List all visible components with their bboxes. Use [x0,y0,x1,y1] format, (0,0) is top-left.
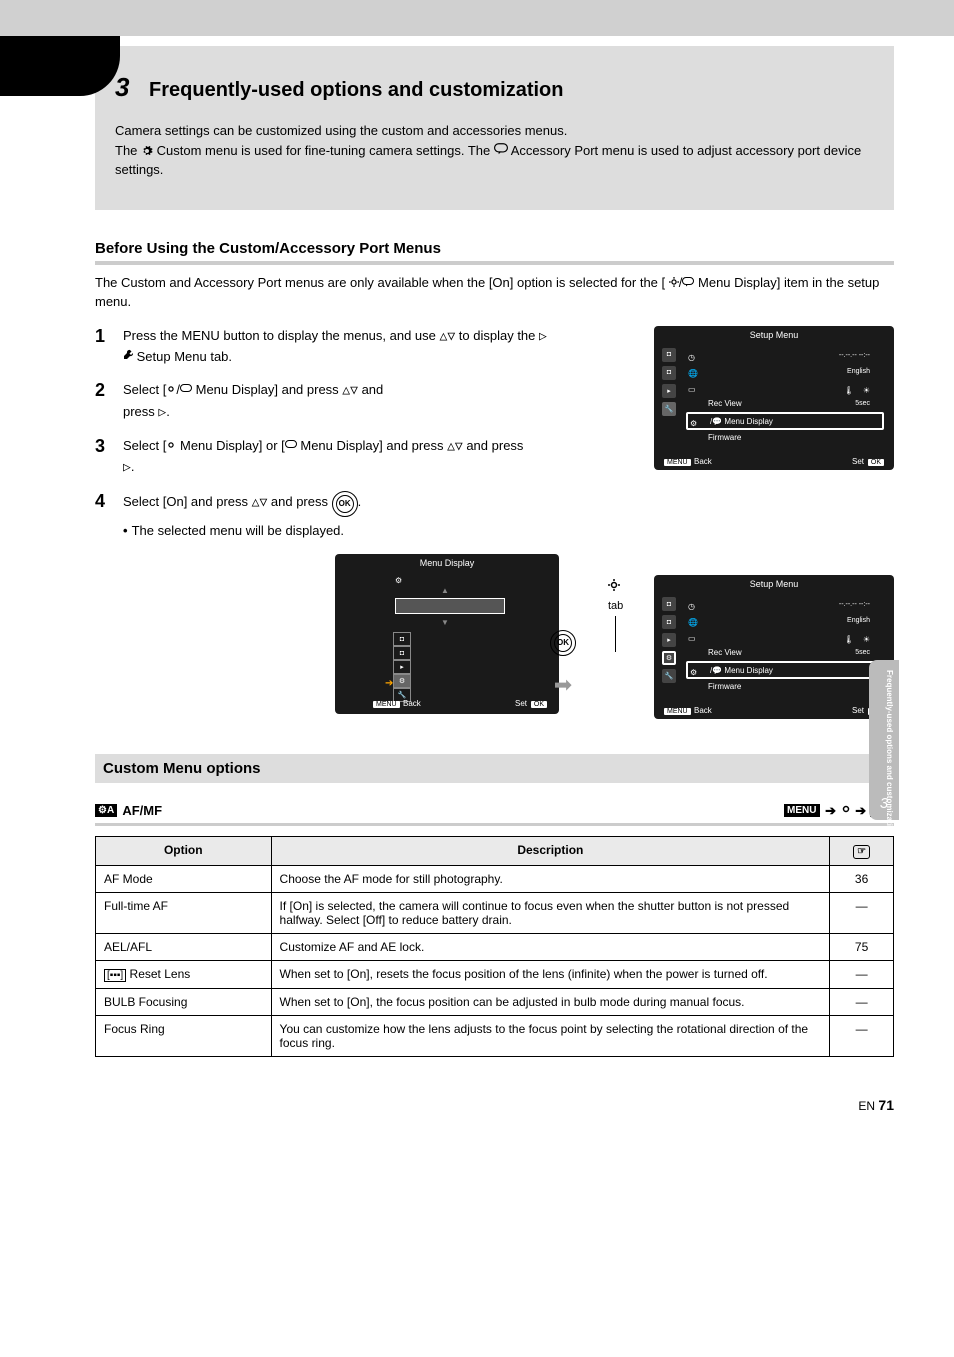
gear-icon [166,382,176,397]
col-page-ref: ☞ [830,837,894,866]
col-option: Option [96,837,272,866]
table-row: Full-time AF If [On] is selected, the ca… [96,893,894,934]
camera1-tab-icon: ◘ [393,632,411,646]
gear-icon [669,275,679,290]
triangle-down-icon: ▽ [350,383,358,398]
ok-then-arrow: OK ➡ [550,630,576,698]
ok-button-icon: OK [550,630,576,656]
play-tab-icon: ▸ [662,633,676,647]
af-target-icon: [▪▪▪] [104,969,126,982]
steps-block: 1 Press the MENU button to display the m… [95,326,894,543]
speech-bubble-icon [494,143,508,158]
page-footer: EN 71 [0,1097,954,1113]
menu-display-popup: Menu Display ⚙ ▲ ▼ ◘ ◘ ▸ ⚙ 🔧 ➔ MENU Back… [335,554,559,714]
triangle-up-icon: △ [342,383,350,398]
ok-label: OK [531,701,547,708]
ok-button-icon: OK [332,491,358,517]
menu-label: MENU [664,459,691,466]
gear-tab-icon: ⚙ [393,674,411,688]
gear-tab-callout: tab [608,578,622,652]
triangle-up-icon: ▲ [441,586,449,595]
chapter-header-panel: 3 Frequently-used options and customizat… [95,46,894,210]
gear-icon [608,578,620,595]
triangle-down-icon: ▽ [259,495,267,510]
table-row: AEL/AFL Customize AF and AE lock. 75 [96,934,894,961]
arrow-right-icon: ➔ [855,803,866,818]
chapter-title: Frequently-used options and customizatio… [149,79,563,101]
wrench-icon [123,349,133,364]
screen-setup-menu-1: Setup Menu ◘ ◘ ▸ 🔧 ◷--.--.-- --:-- 🌐Engl… [654,326,894,482]
custom-menu-options-heading: Custom Menu options [95,754,894,783]
gear-icon: ⚙ [395,576,402,585]
camera1-icon: ◘ [662,597,676,611]
speech-bubble-icon [682,275,694,290]
options-table: Option Description ☞ AF Mode Choose the … [95,836,894,1057]
orange-arrow-icon: ➔ [385,678,393,689]
gear-icon [141,143,153,158]
camera2-icon: ◘ [662,366,676,380]
triangle-up-icon: △ [447,439,455,454]
arrow-right-icon: ➔ [825,803,836,818]
table-row: BULB Focusing When set to [On], the focu… [96,989,894,1016]
chapter-number: 3 [115,72,129,102]
arrow-right-icon: ➡ [550,672,576,698]
menu-label: MENU [373,701,400,708]
triangle-down-icon: ▼ [441,618,449,627]
chapter-side-tab-black [0,36,120,96]
table-row: AF Mode Choose the AF mode for still pho… [96,866,894,893]
step-4: 4 Select [On] and press △▽ and press OK.… [95,491,894,542]
speech-bubble-icon [285,438,297,453]
play-tab-icon: ▸ [662,384,676,398]
wrench-tab-icon: 🔧 [662,402,676,416]
hand-pointing-icon: ☞ [853,845,870,859]
triangle-right-icon: ▷ [123,460,131,475]
menu-label: MENU [664,708,691,715]
table-row: [▪▪▪] Reset Lens When set to [On], reset… [96,961,894,989]
gear-tab-highlighted-icon: ⚙ [662,651,676,665]
camera1-icon: ◘ [662,348,676,362]
play-tab-icon: ▸ [393,660,411,674]
before-text: The Custom and Accessory Port menus are … [95,273,894,312]
menu-badge: MENU [784,804,819,817]
speech-bubble-icon: 💬 [712,417,722,426]
triangle-right-icon: ▷ [158,405,166,420]
table-row: Focus Ring You can customize how the len… [96,1016,894,1057]
gear-icon [840,803,852,818]
camera2-icon: ◘ [662,615,676,629]
section-before-using-heading: Before Using the Custom/Accessory Port M… [95,240,894,265]
page-top-gray-bar [0,0,954,36]
ok-label: OK [868,459,884,466]
speech-bubble-icon: 💬 [712,666,722,675]
triangle-down-icon: ▽ [455,439,463,454]
page-number: 71 [878,1097,894,1113]
speech-bubble-icon [180,382,192,397]
triangle-right-icon: ▷ [539,329,547,344]
screen-setup-menu-2: Setup Menu ◘ ◘ ▸ ⚙ 🔧 ◷--.--.-- --:-- 🌐En… [654,575,894,731]
triangle-down-icon: ▽ [447,329,455,344]
page-side-tab: Frequently-used options and customizatio… [869,660,899,820]
gear-a-badge: ⚙A [95,804,117,817]
chapter-heading: 3 Frequently-used options and customizat… [115,72,894,103]
selection-highlight [395,598,505,614]
camera2-tab-icon: ◘ [393,646,411,660]
col-description: Description [271,837,830,866]
intro-paragraph: Camera settings can be customized using … [115,121,874,180]
gear-icon [166,438,176,453]
wrench-tab-icon: 🔧 [662,669,676,683]
tab-af-mf-header: ⚙A AF/MF MENU ➔ ➔ ⚙A [95,803,894,826]
